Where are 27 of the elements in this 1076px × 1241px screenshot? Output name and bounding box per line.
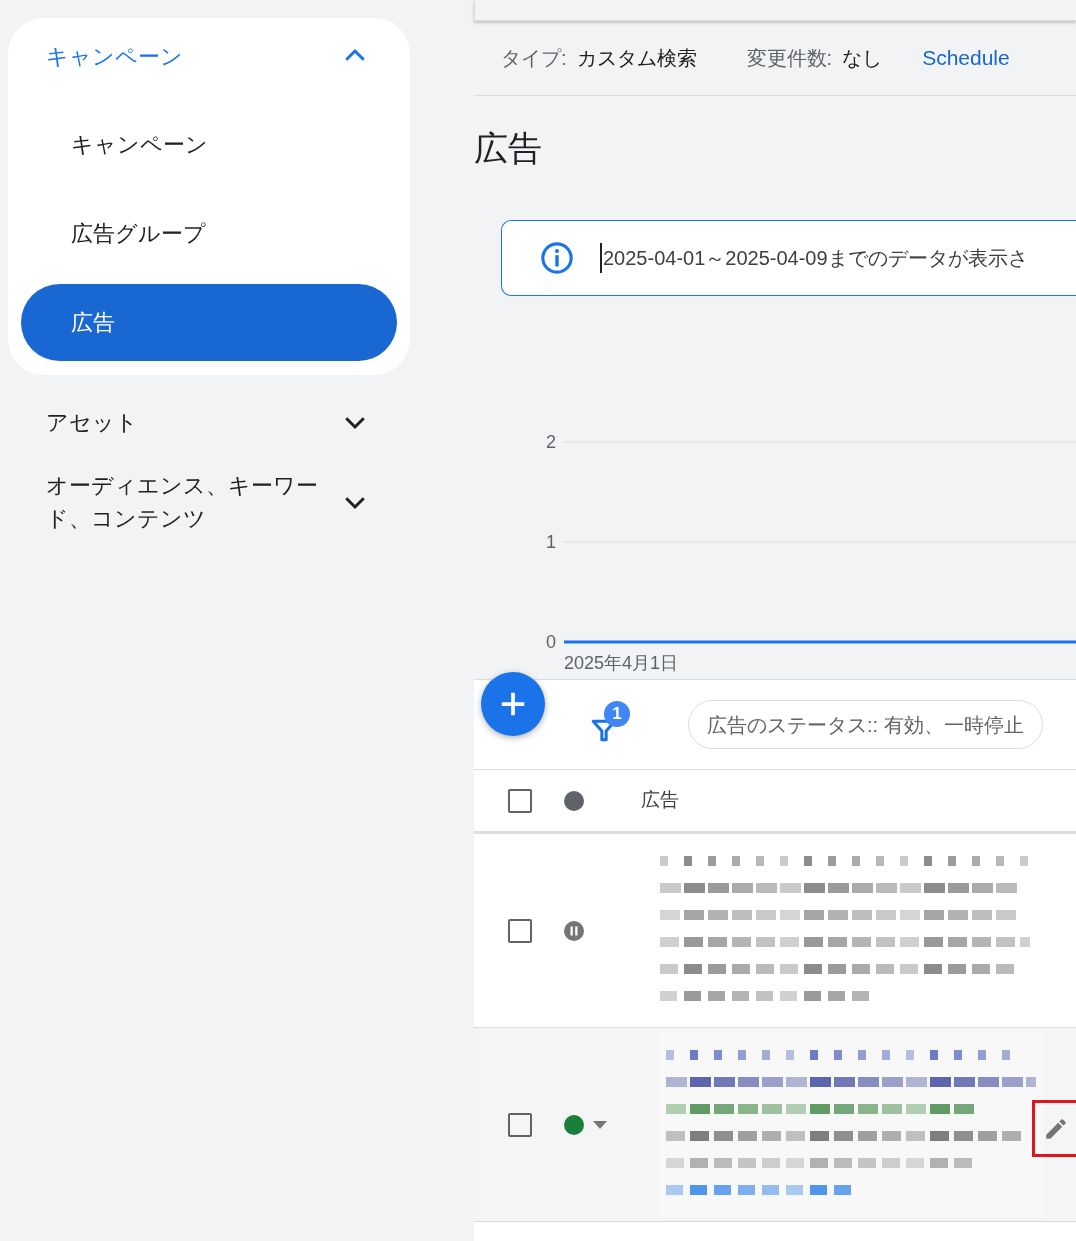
checkbox[interactable] bbox=[508, 788, 532, 813]
sidebar-item[interactable]: 広告グループ bbox=[21, 195, 397, 272]
table-row[interactable] bbox=[474, 1028, 1076, 1222]
sidebar-section[interactable]: アセット bbox=[46, 405, 326, 439]
info-icon bbox=[540, 241, 574, 275]
summary-value: カスタム検索 bbox=[576, 46, 697, 71]
pause-icon bbox=[564, 920, 584, 941]
notice-text: 2025-04-01～2025-04-09までのデータが表示さ bbox=[600, 243, 1028, 273]
page-heading: 広告 bbox=[474, 128, 543, 169]
schedule-link[interactable]: Schedule bbox=[922, 42, 1010, 74]
checkbox[interactable] bbox=[508, 1112, 532, 1137]
summary-label: 変更件数: bbox=[746, 46, 833, 71]
sidebar-item[interactable]: 広告 bbox=[21, 284, 397, 361]
summary-label: タイプ: bbox=[501, 46, 567, 71]
summary-value: なし bbox=[842, 46, 883, 71]
column-header[interactable]: 広告 bbox=[641, 786, 679, 815]
y-axis-label: 2 bbox=[546, 432, 556, 452]
x-axis-label: 2025年4月1日 bbox=[564, 653, 679, 672]
edit-button[interactable] bbox=[1032, 1100, 1076, 1157]
sidebar-group-label[interactable]: キャンペーン bbox=[46, 39, 183, 73]
sidebar-item[interactable]: キャンペーン bbox=[21, 106, 397, 183]
y-axis-label: 1 bbox=[546, 532, 556, 552]
y-axis-label: 0 bbox=[546, 632, 556, 652]
checkbox[interactable] bbox=[508, 918, 532, 943]
sidebar-section[interactable]: オーディエンス、キーワード、コンテンツ bbox=[46, 469, 326, 535]
caret-icon[interactable] bbox=[592, 1120, 608, 1129]
filter-count-badge: 1 bbox=[604, 700, 630, 727]
